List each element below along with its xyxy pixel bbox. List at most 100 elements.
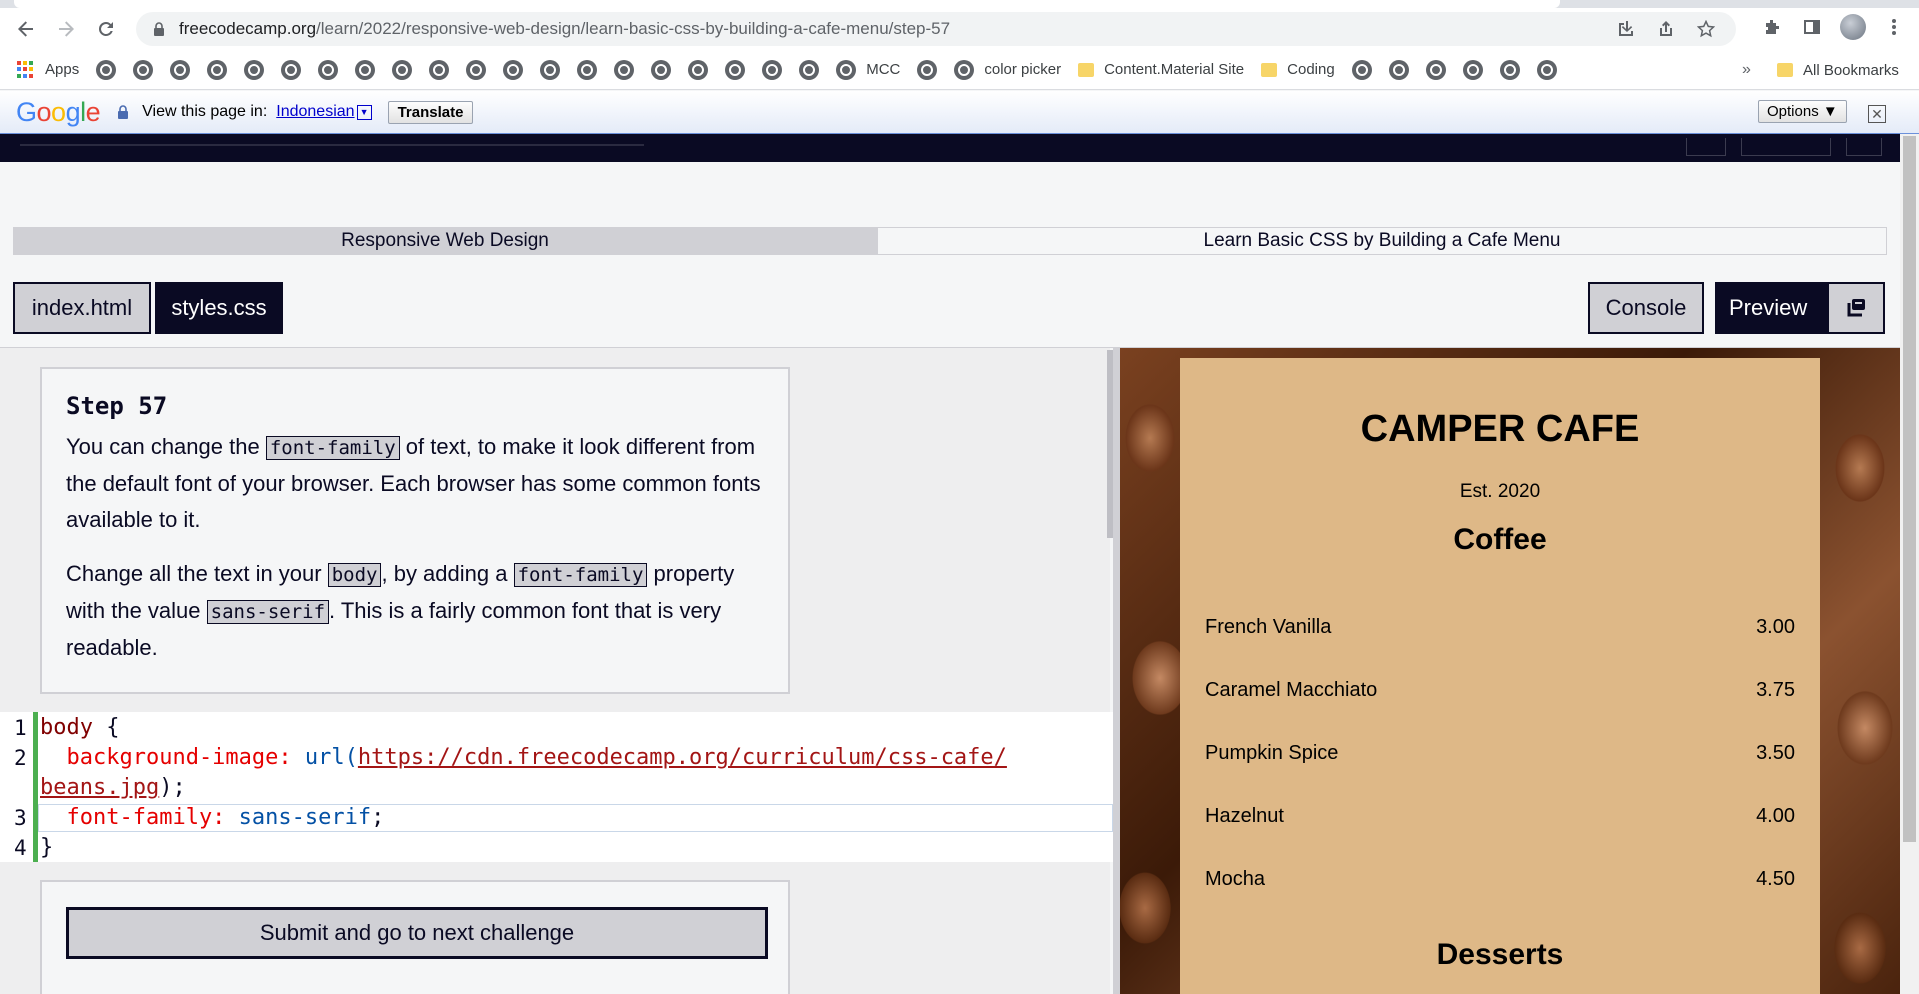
bookmark-globe-3[interactable]: [170, 59, 191, 80]
bookmark-globe-20[interactable]: [799, 59, 820, 80]
nav-button-3[interactable]: [1846, 138, 1882, 156]
bookmark-apps[interactable]: Apps: [17, 60, 79, 79]
instructions-panel: Step 57 You can change the font-family o…: [40, 367, 790, 694]
globe-icon: [207, 59, 228, 80]
bookmark-globe-16[interactable]: [651, 59, 672, 80]
language-select[interactable]: Indonesian: [276, 103, 354, 121]
bookmark-globe-15[interactable]: [614, 59, 635, 80]
bookmark-globe-25[interactable]: [1462, 59, 1483, 80]
preview-button[interactable]: Preview: [1715, 282, 1885, 334]
bookmark-globe-12[interactable]: [503, 59, 524, 80]
code-line-2[interactable]: background-image: url(https://cdn.freeco…: [40, 745, 1006, 770]
globe-icon: [133, 59, 154, 80]
apps-grid-icon: [17, 60, 35, 79]
bookmark-folder-coding[interactable]: Coding: [1261, 61, 1335, 78]
line-number: 3: [14, 806, 27, 830]
bookmark-globe-13[interactable]: [540, 59, 561, 80]
nav-button-2[interactable]: [1741, 138, 1831, 156]
nav-button-1[interactable]: [1686, 138, 1726, 156]
globe-icon: [170, 59, 191, 80]
code-editor[interactable]: 1 2 3 4 body { background-image: url(htt…: [0, 712, 1113, 862]
bookmark-globe-24[interactable]: [1425, 59, 1446, 80]
close-translate-bar-button[interactable]: ✕: [1868, 105, 1886, 123]
reload-icon[interactable]: [92, 15, 120, 43]
pane-splitter[interactable]: [1113, 348, 1120, 994]
bookmark-folder-content-material[interactable]: Content.Material Site: [1078, 61, 1244, 78]
side-panel-icon[interactable]: [1800, 15, 1824, 39]
bookmark-globe-8[interactable]: [355, 59, 376, 80]
breadcrumb-superblock[interactable]: Responsive Web Design: [13, 227, 891, 255]
menu-item: Pumpkin Spice 3.50: [1205, 742, 1795, 764]
translate-button[interactable]: Translate: [387, 100, 474, 124]
globe-icon: [244, 59, 265, 80]
folder-icon: [1777, 63, 1793, 77]
install-icon[interactable]: [1616, 19, 1636, 39]
globe-icon: [725, 59, 746, 80]
browser-toolbar: freecodecamp.org/learn/2022/responsive-w…: [0, 8, 1919, 50]
bookmark-globe-7[interactable]: [318, 59, 339, 80]
language-dropdown-icon[interactable]: ▼: [356, 104, 372, 120]
bookmarks-overflow-button[interactable]: »: [1742, 50, 1751, 90]
menu-item: Hazelnut 4.00: [1205, 805, 1795, 827]
line-number-gutter: 1 2 3 4: [0, 712, 32, 862]
bookmark-globe-14[interactable]: [577, 59, 598, 80]
tab-styles-css[interactable]: styles.css: [155, 282, 283, 334]
bookmark-globe-11[interactable]: [466, 59, 487, 80]
menu-kebab-icon[interactable]: [1882, 15, 1906, 39]
code-line-2-wrap[interactable]: beans.jpg);: [40, 775, 186, 800]
bookmark-globe-2[interactable]: [133, 59, 154, 80]
code-line-4[interactable]: }: [40, 835, 53, 860]
page-scrollbar[interactable]: [1900, 134, 1919, 994]
bookmark-globe-10[interactable]: [429, 59, 450, 80]
instructions-paragraph-1: You can change the font-family of text, …: [66, 434, 761, 532]
globe-icon: [466, 59, 487, 80]
search-bar-edge[interactable]: [20, 144, 644, 146]
options-button[interactable]: Options ▼: [1758, 100, 1847, 123]
forward-icon[interactable]: [52, 15, 80, 43]
bookmark-globe-5[interactable]: [244, 59, 265, 80]
line-number: 2: [14, 746, 27, 770]
line-number: 1: [14, 716, 27, 740]
inline-code: body: [327, 563, 382, 587]
extensions-icon[interactable]: [1760, 15, 1784, 39]
bookmark-globe-17[interactable]: [688, 59, 709, 80]
bookmark-star-icon[interactable]: [1696, 19, 1716, 39]
bookmark-globe-18[interactable]: [725, 59, 746, 80]
globe-icon: [429, 59, 450, 80]
preview-frame[interactable]: CAMPER CAFE Est. 2020 Coffee French Vani…: [1120, 348, 1900, 994]
bookmark-globe-1[interactable]: [96, 59, 117, 80]
active-tab[interactable]: [14, 0, 1560, 8]
globe-icon: [799, 59, 820, 80]
back-icon[interactable]: [12, 15, 40, 43]
all-bookmarks-button[interactable]: All Bookmarks: [1777, 50, 1899, 90]
share-icon[interactable]: [1656, 19, 1676, 39]
globe-icon: [651, 59, 672, 80]
globe-icon: [503, 59, 524, 80]
profile-avatar[interactable]: [1840, 14, 1866, 40]
tab-index-html[interactable]: index.html: [13, 282, 151, 334]
breadcrumb-block[interactable]: Learn Basic CSS by Building a Cafe Menu: [877, 227, 1887, 255]
globe-icon: [281, 59, 302, 80]
bookmark-globe-9[interactable]: [392, 59, 413, 80]
bookmark-globe-23[interactable]: [1388, 59, 1409, 80]
folder-icon: [1078, 62, 1095, 77]
bookmark-globe-22[interactable]: [1351, 59, 1372, 80]
code-line-1[interactable]: body {: [40, 715, 119, 740]
bookmark-globe-21[interactable]: [917, 59, 938, 80]
bookmark-color-picker[interactable]: color picker: [954, 59, 1061, 80]
bookmark-globe-6[interactable]: [281, 59, 302, 80]
console-button[interactable]: Console: [1588, 282, 1704, 334]
bookmark-globe-19[interactable]: [762, 59, 783, 80]
submit-button[interactable]: Submit and go to next challenge: [66, 907, 768, 959]
popout-preview-icon[interactable]: [1829, 284, 1883, 332]
site-info-icon[interactable]: [151, 21, 167, 37]
address-bar[interactable]: freecodecamp.org/learn/2022/responsive-w…: [136, 12, 1736, 46]
bookmark-globe-27[interactable]: [1536, 59, 1557, 80]
menu-item: Caramel Macchiato 3.75: [1205, 679, 1795, 701]
globe-icon: [1462, 59, 1483, 80]
page-scrollbar-thumb[interactable]: [1903, 136, 1916, 842]
line-number: 4: [14, 836, 27, 860]
bookmark-mcc[interactable]: MCC: [836, 59, 900, 80]
bookmark-globe-4[interactable]: [207, 59, 228, 80]
bookmark-globe-26[interactable]: [1499, 59, 1520, 80]
